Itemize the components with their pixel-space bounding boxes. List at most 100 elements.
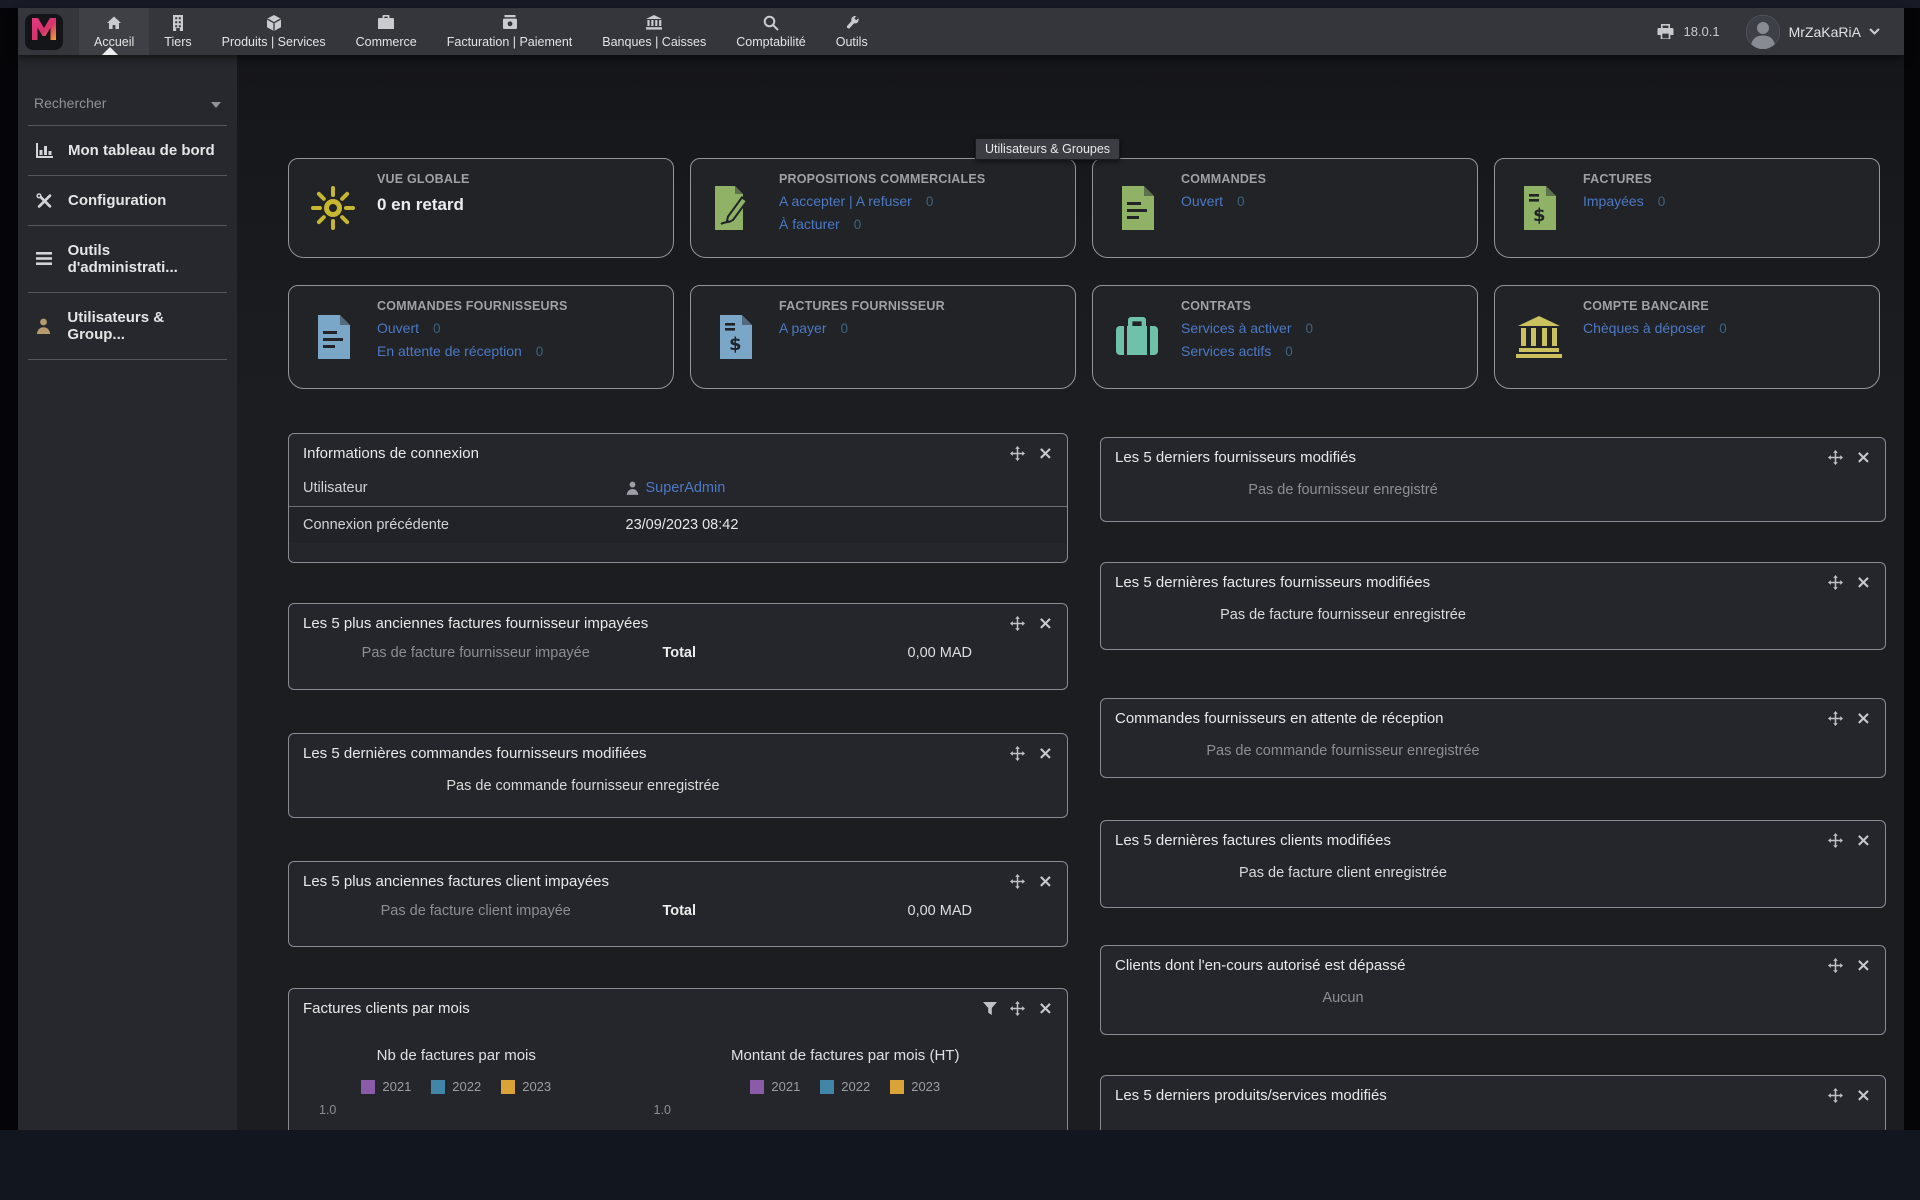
card-title: PROPOSITIONS COMMERCIALES [779, 172, 1075, 186]
widget-title: Les 5 dernières commandes fournisseurs m… [303, 745, 997, 762]
close-icon[interactable]: × [1038, 875, 1053, 888]
menu-produits-services[interactable]: Produits | Services [207, 8, 341, 55]
link-ouvert[interactable]: Ouvert [377, 320, 419, 336]
stat-card-contrats[interactable]: CONTRATS Services à activer 0 Services ac… [1092, 285, 1478, 389]
link-cheques-a-deposer[interactable]: Chèques à déposer [1583, 320, 1705, 336]
invoice-dollar-icon: $ [691, 286, 779, 388]
print-icon[interactable] [1657, 24, 1674, 40]
close-icon[interactable]: × [1038, 617, 1053, 630]
stat-card-factures[interactable]: $ FACTURES Impayées0 [1494, 158, 1880, 258]
move-icon[interactable] [1010, 616, 1025, 631]
chart-title: Nb de factures par mois [289, 1047, 624, 1064]
stat-card-factures-fournisseur[interactable]: $ FACTURES FOURNISSEUR A payer0 [690, 285, 1076, 389]
link-attente-reception[interactable]: En attente de réception [377, 343, 522, 359]
link-impayees[interactable]: Impayées [1583, 193, 1644, 209]
home-icon [106, 15, 122, 31]
move-icon[interactable] [1828, 833, 1843, 848]
close-icon[interactable]: × [1038, 747, 1053, 760]
widget-dernieres-commandes-fournisseurs: Les 5 dernières commandes fournisseurs m… [288, 733, 1068, 818]
move-icon[interactable] [1828, 1088, 1843, 1103]
legend-item[interactable]: 2022 [431, 1079, 481, 1094]
link-a-accepter-refuser[interactable]: A accepter | A refuser [779, 193, 912, 209]
move-icon[interactable] [1010, 874, 1025, 889]
legend-item[interactable]: 2023 [501, 1079, 551, 1094]
menu-tiers[interactable]: Tiers [149, 8, 206, 55]
link-a-payer[interactable]: A payer [779, 320, 826, 336]
menu-comptabilite[interactable]: Comptabilité [721, 8, 820, 55]
chevron-down-icon[interactable] [1869, 28, 1880, 35]
close-icon[interactable]: × [1038, 447, 1053, 460]
link-services-actifs[interactable]: Services actifs [1181, 343, 1271, 359]
widget-title: Commandes fournisseurs en attente de réc… [1115, 710, 1815, 727]
close-icon[interactable]: × [1038, 1002, 1053, 1015]
menu-commerce[interactable]: Commerce [341, 8, 432, 55]
sidebar-item-utilisateurs-groupes[interactable]: Utilisateurs & Group... [28, 293, 227, 360]
table-row: Connexion précédente 23/09/2023 08:42 [289, 506, 1067, 543]
legend-item[interactable]: 2023 [890, 1079, 940, 1094]
move-icon[interactable] [1828, 711, 1843, 726]
count-badge: 0 [1285, 344, 1293, 359]
legend-item[interactable]: 2021 [750, 1079, 800, 1094]
widget-title: Les 5 plus anciennes factures fournisseu… [303, 615, 997, 632]
money-icon [502, 15, 518, 31]
list-icon [34, 252, 54, 266]
move-icon[interactable] [1828, 575, 1843, 590]
link-services-a-activer[interactable]: Services à activer [1181, 320, 1291, 336]
filter-icon[interactable] [983, 1002, 997, 1015]
stat-card-commandes-fournisseurs[interactable]: COMMANDES FOURNISSEURS Ouvert0 En attent… [288, 285, 674, 389]
sun-icon [289, 159, 377, 257]
total-value: 0,00 MAD [771, 645, 1067, 661]
empty-message: Pas de commande fournisseur enregistrée [289, 770, 1067, 794]
stat-card-commandes[interactable]: COMMANDES Ouvert0 [1092, 158, 1478, 258]
move-icon[interactable] [1010, 746, 1025, 761]
menu-label: Commerce [356, 35, 417, 49]
link-superadmin[interactable]: SuperAdmin [646, 480, 726, 496]
app-logo[interactable] [25, 14, 63, 50]
legend-item[interactable]: 2021 [361, 1079, 411, 1094]
building-icon [171, 15, 185, 31]
stat-card-propositions[interactable]: PROPOSITIONS COMMERCIALES A accepter | A… [690, 158, 1076, 258]
menu-facturation-paiement[interactable]: Facturation | Paiement [432, 8, 588, 55]
widget-title: Clients dont l'en-cours autorisé est dép… [1115, 957, 1815, 974]
sidebar-item-tableau-de-bord[interactable]: Mon tableau de bord [28, 126, 227, 176]
bank-icon [1495, 286, 1583, 388]
widget-anciennes-factures-fournisseur: Les 5 plus anciennes factures fournisseu… [288, 603, 1068, 690]
avatar[interactable] [1746, 15, 1780, 49]
close-icon[interactable]: × [1856, 451, 1871, 464]
legend-label: 2023 [911, 1079, 940, 1094]
sidebar-item-outils-administration[interactable]: Outils d'administrati... [28, 226, 227, 293]
card-title: CONTRATS [1181, 299, 1477, 313]
sidebar-item-configuration[interactable]: Configuration [28, 176, 227, 226]
tools-icon [34, 193, 54, 209]
menu-outils[interactable]: Outils [821, 8, 883, 55]
widget-commandes-attente-reception: Commandes fournisseurs en attente de réc… [1100, 698, 1886, 778]
menu-banques-caisses[interactable]: Banques | Caisses [587, 8, 721, 55]
empty-message: Pas de fournisseur enregistré [1101, 474, 1885, 498]
move-icon[interactable] [1828, 450, 1843, 465]
user-menu[interactable]: MrZaKaRiA [1789, 24, 1861, 40]
row-value: 23/09/2023 08:42 [626, 517, 739, 533]
move-icon[interactable] [1010, 1001, 1025, 1016]
file-lines-icon [289, 286, 377, 388]
stat-card-compte-bancaire[interactable]: COMPTE BANCAIRE Chèques à déposer0 [1494, 285, 1880, 389]
wrench-icon [844, 15, 860, 31]
close-icon[interactable]: × [1856, 712, 1871, 725]
empty-message: Pas de facture fournisseur enregistrée [1101, 599, 1885, 623]
link-a-facturer[interactable]: À facturer [779, 216, 840, 232]
search-select[interactable]: Rechercher [28, 55, 227, 126]
stat-card-vue-globale[interactable]: VUE GLOBALE 0 en retard [288, 158, 674, 258]
empty-message: Aucun [1101, 982, 1885, 1006]
legend-label: 2023 [522, 1079, 551, 1094]
close-icon[interactable]: × [1856, 1089, 1871, 1102]
card-title: COMMANDES [1181, 172, 1477, 186]
menu-label: Facturation | Paiement [447, 35, 573, 49]
move-icon[interactable] [1010, 446, 1025, 461]
link-ouvert[interactable]: Ouvert [1181, 193, 1223, 209]
close-icon[interactable]: × [1856, 834, 1871, 847]
close-icon[interactable]: × [1856, 576, 1871, 589]
row-label: Connexion précédente [303, 517, 626, 533]
sidebar-item-label: Configuration [68, 192, 166, 209]
legend-item[interactable]: 2022 [820, 1079, 870, 1094]
close-icon[interactable]: × [1856, 959, 1871, 972]
move-icon[interactable] [1828, 958, 1843, 973]
